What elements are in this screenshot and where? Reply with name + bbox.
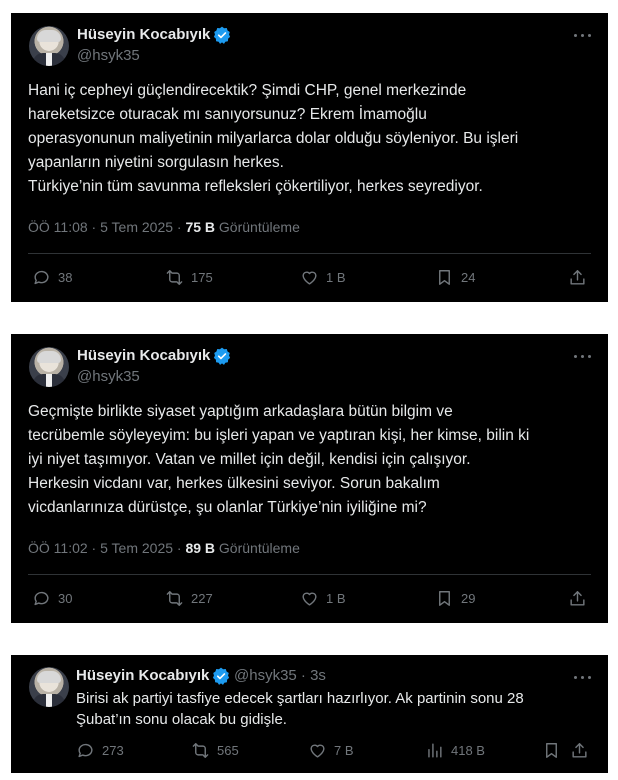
like-button[interactable]: 7 B (308, 741, 354, 760)
repost-button[interactable]: 565 (191, 741, 239, 760)
tweet-text: Birisi ak partiyi tasfiye edecek şartlar… (76, 690, 524, 728)
more-options-icon[interactable] (574, 355, 594, 361)
repost-button[interactable]: 227 (165, 589, 213, 608)
avatar[interactable] (29, 347, 69, 387)
bookmark-button[interactable] (542, 741, 561, 760)
divider (28, 574, 591, 575)
reply-count: 38 (58, 270, 73, 285)
verified-badge-icon (213, 26, 231, 44)
reply-button[interactable]: 273 (76, 741, 124, 760)
like-count: 1 B (326, 270, 346, 285)
share-button[interactable] (570, 741, 589, 760)
tweet-timestamp-views: ÖÖ 11:02 · 5 Tem 2025 · 89 B Görüntüleme (28, 540, 300, 556)
tweet-card-2[interactable]: Hüseyin Kocabıyık @hsyk35 Geçmişte birli… (11, 334, 608, 623)
bookmark-count: 24 (461, 270, 476, 285)
bookmark-count: 29 (461, 591, 476, 606)
view-count: 75 B (185, 219, 216, 235)
repost-icon (192, 743, 209, 758)
bookmark-button[interactable]: 29 (435, 589, 475, 608)
views-label: Görüntüleme (215, 219, 300, 235)
verified-badge-icon (212, 667, 230, 685)
more-options-icon[interactable] (574, 676, 594, 682)
tweet-text: Geçmişte birlikte siyaset yaptığım arkad… (28, 403, 530, 516)
view-count: 89 B (185, 540, 216, 556)
share-button[interactable] (568, 268, 587, 287)
repost-icon (166, 591, 183, 606)
heart-icon (310, 744, 325, 758)
share-icon (570, 270, 585, 285)
more-options-icon[interactable] (574, 34, 594, 40)
author-name[interactable]: Hüseyin Kocabıyık (76, 667, 209, 684)
repost-icon (166, 270, 183, 285)
author-handle[interactable]: @hsyk35 (77, 368, 140, 385)
view-count: 418 B (451, 743, 485, 758)
tweet-time[interactable]: ÖÖ 11:08 · 5 Tem 2025 · (28, 219, 185, 235)
repost-count: 565 (217, 743, 239, 758)
share-icon (572, 743, 587, 758)
tweet-text: Hani iç cepheyi güçlendirecektik? Şimdi … (28, 82, 519, 195)
reply-icon (78, 743, 93, 758)
reply-button[interactable]: 30 (32, 589, 72, 608)
author-name[interactable]: Hüseyin Kocabıyık (77, 26, 210, 43)
author-handle-time[interactable]: @hsyk35 · 3s (234, 667, 326, 684)
reply-count: 273 (102, 743, 124, 758)
author-name[interactable]: Hüseyin Kocabıyık (77, 347, 210, 364)
repost-count: 175 (191, 270, 213, 285)
bookmark-icon (546, 743, 557, 758)
tweet-timestamp-views: ÖÖ 11:08 · 5 Tem 2025 · 75 B Görüntüleme (28, 219, 300, 235)
divider (28, 253, 591, 254)
like-count: 7 B (334, 743, 354, 758)
share-button[interactable] (568, 589, 587, 608)
bookmark-icon (439, 270, 450, 285)
verified-badge-icon (213, 347, 231, 365)
avatar[interactable] (29, 26, 69, 66)
reply-icon (34, 270, 49, 285)
analytics-icon (428, 743, 442, 758)
like-count: 1 B (326, 591, 346, 606)
reply-icon (34, 591, 49, 606)
share-icon (570, 591, 585, 606)
views-label: Görüntüleme (215, 540, 300, 556)
author-handle[interactable]: @hsyk35 (77, 47, 140, 64)
avatar[interactable] (29, 667, 69, 707)
tweet-time[interactable]: ÖÖ 11:02 · 5 Tem 2025 · (28, 540, 185, 556)
reply-count: 30 (58, 591, 73, 606)
like-button[interactable]: 1 B (300, 268, 346, 287)
heart-icon (302, 592, 317, 606)
bookmark-icon (439, 591, 450, 606)
repost-button[interactable]: 175 (165, 268, 213, 287)
heart-icon (302, 271, 317, 285)
like-button[interactable]: 1 B (300, 589, 346, 608)
tweet-card-3[interactable]: Hüseyin Kocabıyık @hsyk35 · 3s Birisi ak… (11, 655, 608, 773)
views-button[interactable]: 418 B (425, 741, 485, 760)
bookmark-button[interactable]: 24 (435, 268, 475, 287)
repost-count: 227 (191, 591, 213, 606)
tweet-card-1[interactable]: Hüseyin Kocabıyık @hsyk35 Hani iç cephey… (11, 13, 608, 302)
reply-button[interactable]: 38 (32, 268, 72, 287)
